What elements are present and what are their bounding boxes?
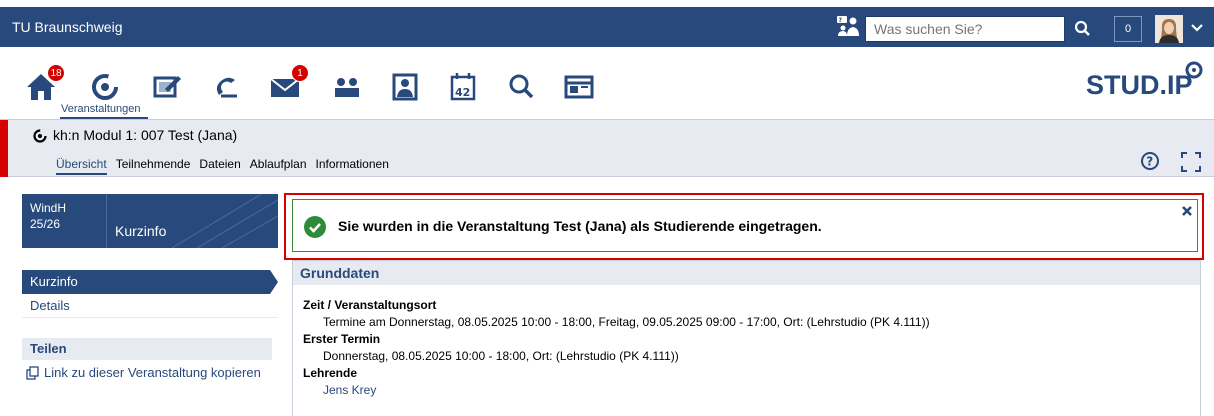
svg-text:?: ? — [839, 17, 843, 24]
notification-counter[interactable]: 0 — [1114, 16, 1142, 42]
sidebar-header-divider — [106, 194, 107, 248]
home-badge: 18 — [47, 64, 65, 82]
field-label: Lehrende — [303, 366, 358, 380]
fullscreen-icon[interactable] — [1180, 151, 1202, 173]
semester-label: WindH 25/26 — [30, 200, 66, 232]
studip-logo[interactable]: STUD.IP — [1086, 58, 1206, 102]
success-message: Sie wurden in die Veranstaltung Test (Ja… — [292, 199, 1198, 252]
copy-link-button[interactable]: Link zu dieser Veranstaltung kopieren — [22, 360, 272, 386]
tab-overview[interactable]: Übersicht — [56, 157, 107, 175]
contacts-icon[interactable] — [330, 69, 364, 103]
course-context-bar: kh:n Modul 1: 007 Test (Jana) Übersicht … — [0, 119, 1214, 177]
profile-icon[interactable] — [388, 69, 422, 103]
details-list: Zeit / Veranstaltungsort Termine am Donn… — [293, 285, 1200, 411]
success-message-text: Sie wurden in die Veranstaltung Test (Ja… — [338, 218, 822, 234]
svg-text:?: ? — [1146, 155, 1153, 169]
course-details-panel: Grunddaten Zeit / Veranstaltungsort Term… — [292, 260, 1201, 416]
sidebar-navigation: Kurzinfo Details — [22, 270, 278, 318]
main-navigation: 18 Veranstaltungen 1 42 STUD.IP — [0, 47, 1214, 119]
field-value: Donnerstag, 08.05.2025 10:00 - 18:00, Or… — [323, 349, 679, 363]
copy-link-icon — [26, 366, 39, 380]
context-marker — [0, 120, 8, 177]
calendar-icon[interactable]: 42 — [446, 69, 480, 103]
tab-schedule[interactable]: Ablaufplan — [250, 157, 307, 175]
course-title: kh:n Modul 1: 007 Test (Jana) — [53, 127, 238, 143]
sidebar-share-widget: Teilen Link zu dieser Veranstaltung kopi… — [22, 338, 272, 386]
course-tabs: Übersicht Teilnehmende Dateien Ablaufpla… — [56, 157, 398, 175]
sidebar-item-kurzinfo[interactable]: Kurzinfo — [22, 270, 278, 294]
tab-files[interactable]: Dateien — [199, 157, 240, 175]
section-title: Grunddaten — [293, 261, 1200, 285]
sidebar-item-details[interactable]: Details — [22, 294, 278, 318]
share-title: Teilen — [22, 338, 272, 360]
university-name[interactable]: TU Braunschweig — [12, 19, 123, 35]
tab-participants[interactable]: Teilnehmende — [116, 157, 191, 175]
tools-icon[interactable] — [562, 69, 596, 103]
field-value: Termine am Donnerstag, 08.05.2025 10:00 … — [323, 315, 930, 329]
community-icon[interactable] — [210, 69, 244, 103]
messages-badge: 1 — [291, 64, 309, 82]
svg-text:STUD.IP: STUD.IP — [1086, 70, 1193, 100]
close-icon[interactable] — [1181, 205, 1193, 217]
top-bar: TU Braunschweig ? 0 — [0, 7, 1214, 47]
search-nav-icon[interactable] — [504, 69, 538, 103]
help-people-icon[interactable]: ? — [836, 15, 860, 37]
semester-year: 25/26 — [30, 217, 61, 231]
lecturer-link[interactable]: Jens Krey — [303, 382, 1190, 399]
search-input[interactable] — [865, 16, 1065, 42]
avatar[interactable] — [1155, 15, 1183, 43]
success-check-icon — [304, 216, 326, 238]
help-icon[interactable]: ? — [1140, 151, 1160, 171]
copy-link-label: Link zu dieser Veranstaltung kopieren — [44, 365, 261, 380]
calendar-day: 42 — [455, 86, 470, 99]
field-label: Erster Termin — [303, 332, 381, 346]
sidebar-title: Kurzinfo — [115, 223, 167, 239]
courses-label[interactable]: Veranstaltungen — [61, 103, 141, 115]
course-icon — [33, 129, 47, 143]
courses-icon[interactable] — [88, 69, 122, 103]
workplace-icon[interactable] — [150, 69, 184, 103]
chevron-down-icon[interactable] — [1190, 22, 1204, 34]
search-icon[interactable] — [1068, 16, 1098, 42]
tab-information[interactable]: Informationen — [316, 157, 389, 175]
field-label: Zeit / Veranstaltungsort — [303, 298, 437, 312]
semester-name: WindH — [30, 201, 67, 215]
sidebar-header: WindH 25/26 Kurzinfo — [22, 194, 278, 248]
